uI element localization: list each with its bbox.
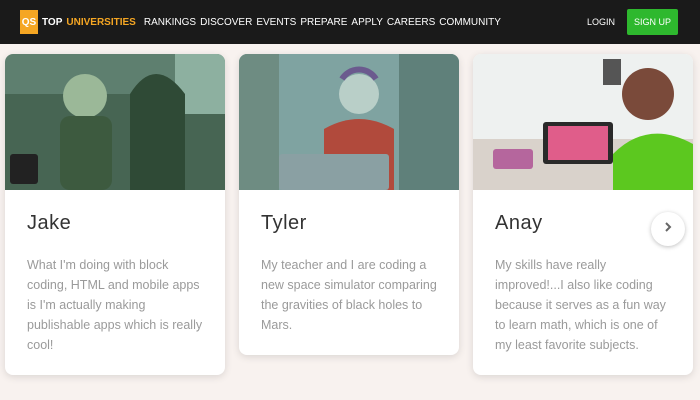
qs-logo[interactable]: QS TOP UNIVERSITIES bbox=[20, 10, 136, 34]
nav-events[interactable]: EVENTS bbox=[256, 17, 296, 28]
nav-careers[interactable]: CAREERS bbox=[387, 17, 435, 28]
card-quote: What I'm doing with block coding, HTML a… bbox=[27, 258, 203, 352]
top-navbar: QS TOP UNIVERSITIES RANKINGS DISCOVER EV… bbox=[0, 0, 700, 44]
carousel-next-button[interactable] bbox=[651, 212, 685, 246]
card-quote: My teacher and I are coding a new space … bbox=[261, 258, 437, 332]
nav-community[interactable]: COMMUNITY bbox=[439, 17, 501, 28]
nav-rankings[interactable]: RANKINGS bbox=[144, 17, 196, 28]
card-name: Jake bbox=[27, 212, 72, 234]
testimonial-card-tyler: Tyler My teacher and I are coding a new … bbox=[239, 54, 459, 355]
card-quote: My skills have really improved!...I also… bbox=[495, 258, 666, 352]
testimonial-card-jake: Jake What I'm doing with block coding, H… bbox=[5, 54, 225, 375]
card-photo bbox=[239, 54, 459, 190]
card-name: Tyler bbox=[261, 212, 307, 234]
main-menu: RANKINGS DISCOVER EVENTS PREPARE APPLY C… bbox=[144, 17, 501, 28]
nav-prepare[interactable]: PREPARE bbox=[300, 17, 347, 28]
card-photo bbox=[5, 54, 225, 190]
card-photo bbox=[473, 54, 693, 190]
nav-discover[interactable]: DISCOVER bbox=[200, 17, 252, 28]
chevron-right-icon bbox=[662, 220, 674, 238]
logo-universities-text: UNIVERSITIES bbox=[66, 16, 136, 28]
auth-area: LOGIN SIGN UP bbox=[587, 9, 678, 35]
signup-button[interactable]: SIGN UP bbox=[626, 9, 678, 35]
qs-badge: QS bbox=[20, 10, 38, 34]
logo-top-text: TOP bbox=[42, 16, 63, 28]
nav-apply[interactable]: APPLY bbox=[351, 17, 383, 28]
login-link[interactable]: LOGIN bbox=[587, 17, 615, 27]
